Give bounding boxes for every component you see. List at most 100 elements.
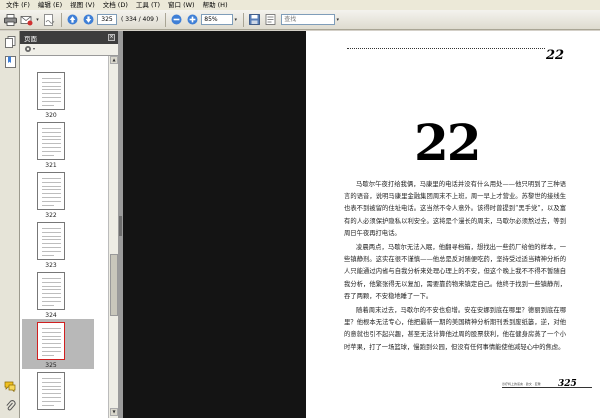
thumbnail-text-line — [42, 250, 61, 252]
page-thumbnail[interactable] — [37, 222, 65, 260]
menu-document[interactable]: 文档 (D) — [99, 0, 132, 10]
page-count: ( 334 / 409 ) — [121, 16, 159, 23]
paragraph: 随着周末过去，马歇尔的不安也愈增。安在安娜到底在哪里？德丽到底在哪里？他根本无法… — [344, 307, 566, 351]
save-icon — [248, 14, 260, 25]
thumbnail-label: 322 — [45, 212, 57, 219]
sign-button[interactable] — [42, 13, 56, 27]
scroll-thumb[interactable] — [110, 254, 118, 316]
menu-view[interactable]: 视图 (V) — [66, 0, 99, 10]
thumbnail-text-line — [42, 228, 61, 229]
thumbnail-text-line — [42, 385, 61, 387]
paragraph: 马歇尔午夜打给我俩，马康里的电话并没有什么用处——他只明到了三种语言的语音，说明… — [344, 181, 566, 237]
printer-icon — [3, 13, 17, 26]
menu-edit[interactable]: 编辑 (E) — [34, 0, 66, 10]
comments-icon — [4, 381, 16, 392]
search-input[interactable] — [282, 15, 335, 24]
zoom-out-button[interactable] — [169, 13, 183, 27]
comments-nav-button[interactable] — [3, 379, 17, 393]
thumbnail-text-line — [42, 185, 61, 187]
footer-running-text: 诊疗椅上的谎言 · 欧文 · 亚隆 — [502, 382, 541, 386]
document-view[interactable]: 22 22 马歇尔午夜打给我俩，马康里的电话并没有什么用处——他只明到了三种语言… — [123, 31, 600, 418]
options-button[interactable] — [24, 45, 36, 55]
pages-nav-button[interactable] — [3, 35, 17, 49]
thumbnail-text-line — [42, 278, 61, 279]
page-thumbnail[interactable] — [37, 72, 65, 110]
next-page-button[interactable] — [81, 13, 95, 27]
thumbnail-text-line — [42, 281, 61, 283]
page-thumbnail[interactable] — [37, 272, 65, 310]
thumbnail-text-line — [42, 293, 61, 295]
email-icon — [20, 15, 32, 25]
toolbar: ▾ ( 334 / 409 ) ▾ ▾ — [0, 10, 600, 30]
page-thumbnail[interactable] — [37, 322, 65, 360]
pages-panel-header: 页面 × — [20, 31, 118, 44]
bookmarks-nav-button[interactable] — [3, 55, 17, 69]
page-thumbnail[interactable] — [37, 372, 65, 410]
thumbnail-text-line — [42, 147, 61, 148]
thumbnail-text-line — [42, 181, 61, 183]
thumbnail-text-line — [42, 350, 61, 352]
email-dropdown[interactable]: ▾ — [35, 13, 40, 27]
document-background — [123, 31, 306, 418]
menu-file[interactable]: 文件 (F) — [2, 0, 34, 10]
thumbnail-text-line — [42, 378, 61, 379]
splitter-grip[interactable] — [119, 216, 122, 236]
thumbnail-text-line — [42, 247, 61, 248]
thumbnail-text-line — [42, 231, 61, 233]
thumbnail-text-line — [42, 300, 61, 302]
fit-page-button[interactable] — [263, 13, 277, 27]
menu-tools[interactable]: 工具 (T) — [132, 0, 164, 10]
zoom-in-icon — [187, 14, 198, 25]
thumbnail-text-line — [42, 81, 61, 83]
email-button[interactable] — [19, 13, 33, 27]
scroll-down-arrow[interactable]: ▼ — [110, 408, 118, 416]
thumbnail-text-line — [42, 93, 61, 95]
footer-rule — [502, 387, 592, 388]
pdf-reader-window: 文件 (F) 编辑 (E) 视图 (V) 文档 (D) 工具 (T) 窗口 (W… — [0, 0, 600, 418]
thumbnail-text-line — [42, 193, 61, 195]
thumbnail-text-line — [42, 354, 54, 356]
thumbnail-text-line — [42, 289, 61, 291]
zoom-input[interactable] — [201, 14, 234, 25]
search-box[interactable] — [281, 14, 336, 25]
panel-close-button[interactable]: × — [108, 34, 115, 41]
thumbnail-text-line — [42, 404, 54, 406]
thumbnail-text-line — [42, 85, 61, 87]
pages-panel: 页面 × 320 321 322 323 324 325 ▲ ▼ — [20, 31, 118, 418]
running-header-page: 22 — [546, 48, 565, 63]
scroll-up-arrow[interactable]: ▲ — [110, 56, 118, 64]
running-header-rule — [347, 48, 545, 50]
arrow-up-icon — [67, 14, 77, 25]
thumbnail-text-line — [42, 200, 61, 202]
pages-panel-title: 页面 — [24, 34, 37, 43]
page-number-input[interactable] — [97, 14, 117, 25]
thumbnail-label: 325 — [45, 362, 57, 369]
page-thumbnail[interactable] — [37, 122, 65, 160]
toolbar-separator — [243, 12, 245, 27]
gear-icon — [25, 45, 35, 52]
zoom-in-button[interactable] — [185, 13, 199, 27]
document-page: 22 22 马歇尔午夜打给我俩，马康里的电话并没有什么用处——他只明到了三种语言… — [306, 31, 600, 418]
thumbnail-text-line — [42, 235, 61, 237]
document-sign-icon — [44, 13, 55, 26]
thumbnail-text-line — [42, 285, 61, 287]
save-button[interactable] — [247, 13, 261, 27]
panel-options-bar — [20, 44, 118, 56]
thumbnail-text-line — [42, 254, 54, 256]
previous-page-button[interactable] — [65, 13, 79, 27]
page-thumbnail[interactable] — [37, 172, 65, 210]
thumbnail-label: 321 — [45, 162, 57, 169]
zoom-dropdown[interactable]: ▾ — [233, 13, 238, 27]
attachments-nav-button[interactable] — [3, 399, 17, 413]
search-dropdown[interactable]: ▾ — [335, 13, 340, 27]
thumbnail-text-line — [42, 131, 61, 133]
thumbnails-scrollbar[interactable]: ▲ ▼ — [108, 56, 118, 418]
menu-help[interactable]: 帮助 (H) — [199, 0, 232, 10]
thumbnail-text-line — [42, 178, 61, 179]
print-button[interactable] — [3, 13, 17, 27]
paperclip-icon — [5, 400, 16, 411]
thumbnail-text-line — [42, 400, 61, 402]
menu-window[interactable]: 窗口 (W) — [164, 0, 199, 10]
thumbnail-text-line — [42, 389, 61, 391]
thumbnail-text-line — [42, 331, 61, 333]
